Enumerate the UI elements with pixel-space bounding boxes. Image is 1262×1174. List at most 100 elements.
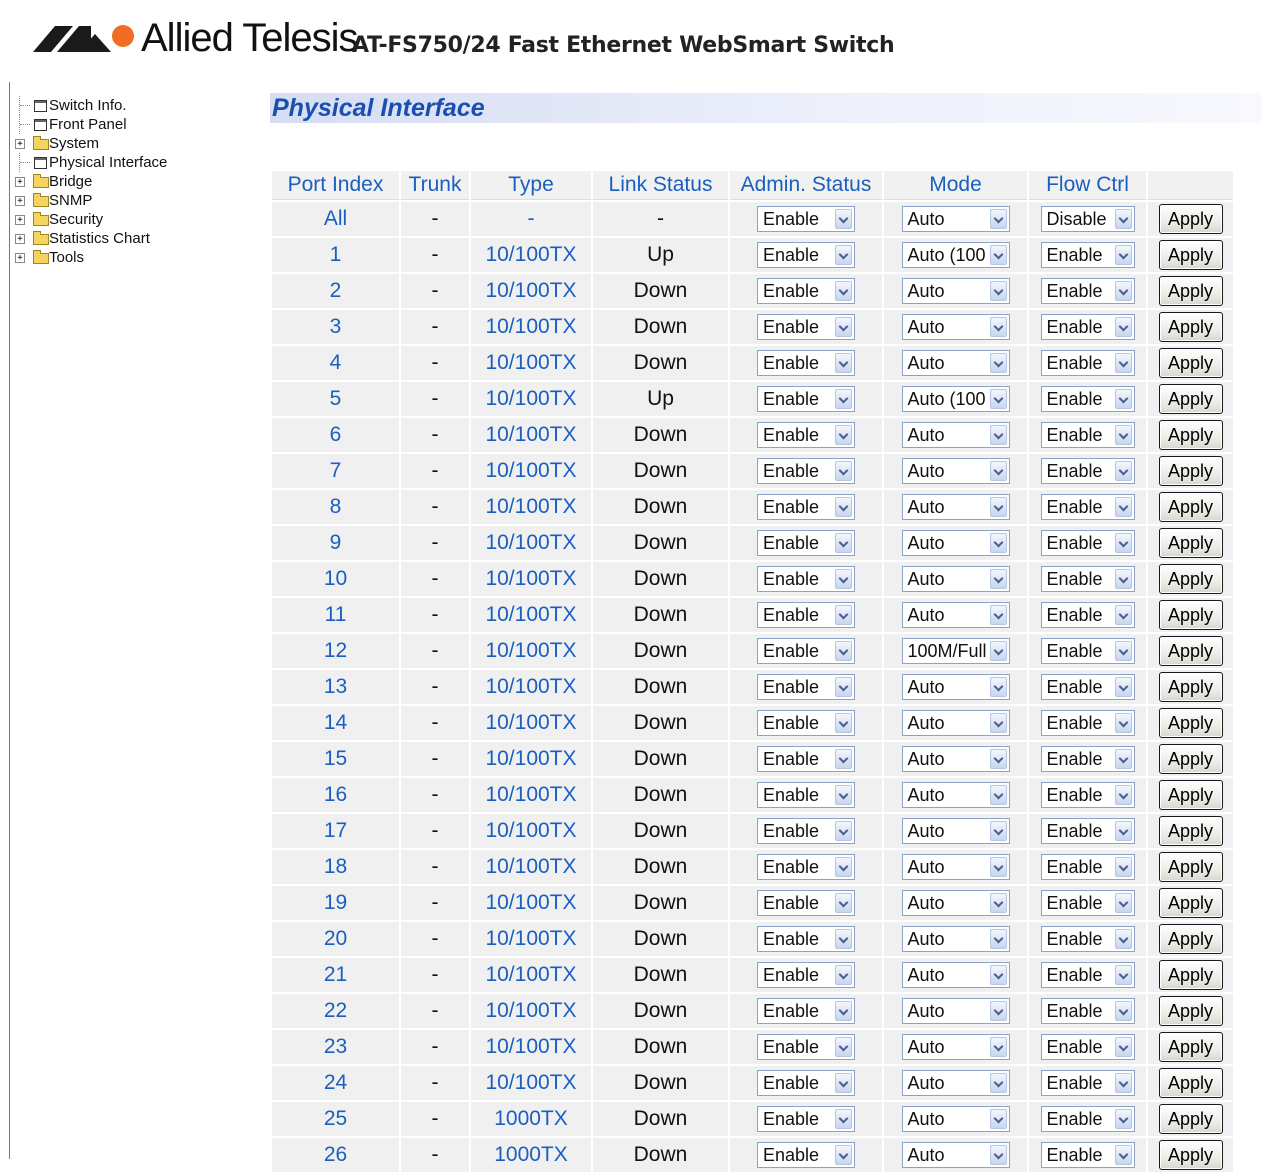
flow-ctrl-select[interactable]: Enable xyxy=(1040,494,1135,520)
tree-item-label[interactable]: System xyxy=(49,134,99,153)
admin-status-select[interactable]: Enable xyxy=(757,962,855,988)
chevron-down-icon[interactable] xyxy=(989,425,1007,445)
admin-status-select[interactable]: Enable xyxy=(757,206,855,232)
flow-ctrl-select[interactable]: Enable xyxy=(1040,674,1135,700)
apply-button[interactable]: Apply xyxy=(1158,204,1223,234)
chevron-down-icon[interactable] xyxy=(989,713,1007,733)
chevron-down-icon[interactable] xyxy=(1114,1109,1132,1129)
chevron-down-icon[interactable] xyxy=(1114,1037,1132,1057)
admin-status-select[interactable]: Enable xyxy=(757,710,855,736)
apply-button[interactable]: Apply xyxy=(1158,996,1223,1026)
mode-select[interactable]: Auto xyxy=(901,602,1010,628)
chevron-down-icon[interactable] xyxy=(835,641,852,661)
chevron-down-icon[interactable] xyxy=(1114,425,1132,445)
mode-select[interactable]: Auto xyxy=(901,1070,1010,1096)
apply-button[interactable]: Apply xyxy=(1158,1140,1223,1170)
flow-ctrl-select[interactable]: Enable xyxy=(1040,350,1135,376)
expand-plus-icon[interactable]: + xyxy=(15,215,25,225)
admin-status-select[interactable]: Enable xyxy=(757,458,855,484)
chevron-down-icon[interactable] xyxy=(835,317,852,337)
mode-select[interactable]: Auto xyxy=(901,710,1010,736)
apply-button[interactable]: Apply xyxy=(1158,564,1223,594)
apply-button[interactable]: Apply xyxy=(1158,600,1223,630)
mode-select[interactable]: Auto xyxy=(901,278,1010,304)
apply-button[interactable]: Apply xyxy=(1158,1104,1223,1134)
chevron-down-icon[interactable] xyxy=(1114,245,1132,265)
mode-select[interactable]: Auto xyxy=(901,494,1010,520)
mode-select[interactable]: Auto xyxy=(901,674,1010,700)
chevron-down-icon[interactable] xyxy=(1114,785,1132,805)
chevron-down-icon[interactable] xyxy=(835,245,852,265)
chevron-down-icon[interactable] xyxy=(835,425,852,445)
flow-ctrl-select[interactable]: Enable xyxy=(1040,566,1135,592)
chevron-down-icon[interactable] xyxy=(835,821,852,841)
chevron-down-icon[interactable] xyxy=(989,677,1007,697)
chevron-down-icon[interactable] xyxy=(989,209,1007,229)
chevron-down-icon[interactable] xyxy=(1114,461,1132,481)
chevron-down-icon[interactable] xyxy=(835,569,852,589)
chevron-down-icon[interactable] xyxy=(835,749,852,769)
apply-button[interactable]: Apply xyxy=(1158,888,1223,918)
chevron-down-icon[interactable] xyxy=(1114,605,1132,625)
chevron-down-icon[interactable] xyxy=(989,857,1007,877)
chevron-down-icon[interactable] xyxy=(1114,353,1132,373)
flow-ctrl-select[interactable]: Enable xyxy=(1040,1142,1135,1168)
apply-button[interactable]: Apply xyxy=(1158,276,1223,306)
apply-button[interactable]: Apply xyxy=(1158,384,1223,414)
mode-select[interactable]: Auto xyxy=(901,818,1010,844)
chevron-down-icon[interactable] xyxy=(989,353,1007,373)
flow-ctrl-select[interactable]: Enable xyxy=(1040,962,1135,988)
chevron-down-icon[interactable] xyxy=(835,1109,852,1129)
chevron-down-icon[interactable] xyxy=(1114,749,1132,769)
admin-status-select[interactable]: Enable xyxy=(757,422,855,448)
flow-ctrl-select[interactable]: Enable xyxy=(1040,926,1135,952)
chevron-down-icon[interactable] xyxy=(835,533,852,553)
admin-status-select[interactable]: Enable xyxy=(757,1070,855,1096)
tree-item-label[interactable]: Tools xyxy=(49,248,84,267)
apply-button[interactable]: Apply xyxy=(1158,312,1223,342)
flow-ctrl-select[interactable]: Enable xyxy=(1040,890,1135,916)
chevron-down-icon[interactable] xyxy=(835,461,852,481)
admin-status-select[interactable]: Enable xyxy=(757,1034,855,1060)
chevron-down-icon[interactable] xyxy=(989,785,1007,805)
admin-status-select[interactable]: Enable xyxy=(757,818,855,844)
chevron-down-icon[interactable] xyxy=(1114,533,1132,553)
mode-select[interactable]: Auto xyxy=(901,962,1010,988)
chevron-down-icon[interactable] xyxy=(989,569,1007,589)
tree-item-label[interactable]: SNMP xyxy=(49,191,92,210)
chevron-down-icon[interactable] xyxy=(835,1145,852,1165)
chevron-down-icon[interactable] xyxy=(989,605,1007,625)
chevron-down-icon[interactable] xyxy=(835,965,852,985)
chevron-down-icon[interactable] xyxy=(835,353,852,373)
apply-button[interactable]: Apply xyxy=(1158,456,1223,486)
tree-item-label[interactable]: Bridge xyxy=(49,172,92,191)
mode-select[interactable]: Auto xyxy=(901,854,1010,880)
admin-status-select[interactable]: Enable xyxy=(757,1142,855,1168)
admin-status-select[interactable]: Enable xyxy=(757,746,855,772)
flow-ctrl-select[interactable]: Enable xyxy=(1040,998,1135,1024)
mode-select[interactable]: Auto xyxy=(901,350,1010,376)
admin-status-select[interactable]: Enable xyxy=(757,386,855,412)
apply-button[interactable]: Apply xyxy=(1158,528,1223,558)
admin-status-select[interactable]: Enable xyxy=(757,494,855,520)
apply-button[interactable]: Apply xyxy=(1158,708,1223,738)
admin-status-select[interactable]: Enable xyxy=(757,350,855,376)
flow-ctrl-select[interactable]: Enable xyxy=(1040,818,1135,844)
admin-status-select[interactable]: Enable xyxy=(757,674,855,700)
chevron-down-icon[interactable] xyxy=(1114,893,1132,913)
chevron-down-icon[interactable] xyxy=(1114,281,1132,301)
chevron-down-icon[interactable] xyxy=(1114,497,1132,517)
chevron-down-icon[interactable] xyxy=(1114,713,1132,733)
expand-plus-icon[interactable]: + xyxy=(15,234,25,244)
mode-select[interactable]: Auto xyxy=(901,530,1010,556)
chevron-down-icon[interactable] xyxy=(989,389,1007,409)
chevron-down-icon[interactable] xyxy=(1114,389,1132,409)
chevron-down-icon[interactable] xyxy=(835,677,852,697)
chevron-down-icon[interactable] xyxy=(989,821,1007,841)
flow-ctrl-select[interactable]: Enable xyxy=(1040,638,1135,664)
flow-ctrl-select[interactable]: Enable xyxy=(1040,278,1135,304)
admin-status-select[interactable]: Enable xyxy=(757,314,855,340)
apply-button[interactable]: Apply xyxy=(1158,348,1223,378)
chevron-down-icon[interactable] xyxy=(989,317,1007,337)
admin-status-select[interactable]: Enable xyxy=(757,566,855,592)
